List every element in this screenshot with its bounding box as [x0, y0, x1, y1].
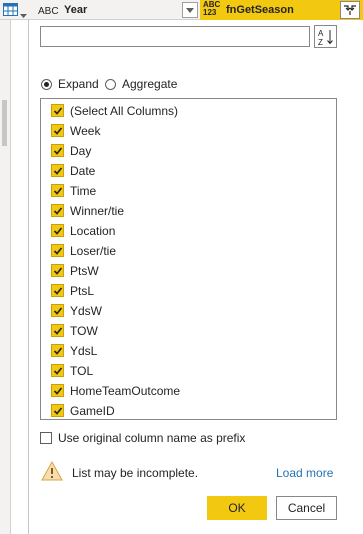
column-item-label: Time [70, 184, 97, 198]
fngetseason-column-header[interactable]: ABC 123 fnGetSeason [200, 0, 363, 20]
column-item[interactable]: TOL [41, 361, 336, 381]
column-item[interactable]: YdsL [41, 341, 336, 361]
column-item[interactable]: Time [41, 181, 336, 201]
column-item[interactable]: Location [41, 221, 336, 241]
grid-left-edge [0, 20, 11, 534]
table-menu-chevron-icon[interactable] [20, 8, 27, 18]
checkbox-checked[interactable] [51, 224, 64, 237]
column-item-label: Date [70, 164, 96, 178]
ok-button[interactable]: OK [207, 496, 267, 520]
column-item-label: Loser/tie [70, 244, 117, 258]
column-item[interactable]: Winner/tie [41, 201, 336, 221]
year-filter-dropdown-button[interactable] [182, 2, 198, 18]
column-item[interactable]: Loser/tie [41, 241, 336, 261]
checkbox-checked[interactable] [51, 284, 64, 297]
column-item-label: PtsL [70, 284, 95, 298]
checkbox-checked[interactable] [51, 204, 64, 217]
use-prefix-label: Use original column name as prefix [58, 431, 246, 445]
expand-radio-label: Expand [58, 77, 99, 91]
column-item[interactable]: TOW [41, 321, 336, 341]
load-more-link[interactable]: Load more [276, 466, 333, 480]
grid-scroll-thumb[interactable] [2, 100, 7, 146]
checkbox-checked[interactable] [51, 364, 64, 377]
checkbox-checked[interactable] [51, 264, 64, 277]
checkbox-checked[interactable] [51, 404, 64, 417]
checkbox-checked[interactable] [51, 184, 64, 197]
checkbox-checked[interactable] [51, 344, 64, 357]
column-item[interactable]: Week [41, 121, 336, 141]
year-column-header[interactable]: Year [64, 4, 87, 16]
use-prefix-checkbox[interactable] [40, 432, 52, 444]
column-header-strip: ABC Year ABC 123 fnGetSeason [0, 0, 363, 20]
column-item-label: Winner/tie [70, 204, 125, 218]
column-item-label: (Select All Columns) [70, 104, 179, 118]
column-item-label: TOL [70, 364, 94, 378]
column-item-label: Day [70, 144, 92, 158]
table-icon[interactable] [3, 3, 18, 16]
checkbox-checked[interactable] [51, 164, 64, 177]
checkbox-checked[interactable] [51, 324, 64, 337]
column-item-label: YdsL [70, 344, 98, 358]
warning-message: List may be incomplete. [72, 466, 199, 480]
column-item-label: HomeTeamOutcome [70, 384, 181, 398]
warning-icon [41, 460, 63, 481]
expand-columns-button[interactable] [340, 1, 360, 19]
expand-radio-option[interactable]: Expand [41, 77, 99, 91]
checkbox-checked[interactable] [51, 384, 64, 397]
column-item-label: GameID [70, 404, 115, 418]
abc-type-text: ABC [38, 6, 59, 17]
aggregate-radio-label: Aggregate [122, 77, 178, 91]
column-item[interactable]: Date [41, 161, 336, 181]
abc-type-icon[interactable]: ABC [38, 3, 60, 17]
column-item[interactable]: HomeTeamOutcome [41, 381, 336, 401]
column-item-label: Week [70, 124, 101, 138]
aggregate-radio[interactable] [105, 78, 116, 90]
aggregate-radio-option[interactable]: Aggregate [105, 77, 177, 91]
sort-az-button[interactable]: A Z [314, 25, 337, 48]
column-item-select-all[interactable]: (Select All Columns) [41, 101, 336, 121]
checkbox-checked[interactable] [51, 244, 64, 257]
use-prefix-option[interactable]: Use original column name as prefix [40, 431, 245, 445]
column-item[interactable]: PtsW [41, 261, 336, 281]
svg-text:Z: Z [318, 38, 323, 46]
column-item[interactable]: GameID [41, 401, 336, 419]
any-type-icon: ABC 123 [203, 1, 221, 17]
checkbox-checked[interactable] [51, 124, 64, 137]
columns-list[interactable]: (Select All Columns) Week Day Date Time … [40, 98, 337, 420]
cancel-button[interactable]: Cancel [276, 496, 337, 520]
column-item-label: PtsW [70, 264, 99, 278]
svg-text:A: A [318, 29, 324, 38]
active-column-title: fnGetSeason [226, 4, 294, 16]
column-search-input[interactable] [40, 26, 310, 47]
checkbox-checked[interactable] [51, 304, 64, 317]
column-item[interactable]: Day [41, 141, 336, 161]
column-item-label: YdsW [70, 304, 103, 318]
expand-radio[interactable] [41, 78, 52, 90]
column-item[interactable]: PtsL [41, 281, 336, 301]
column-item-label: TOW [70, 324, 98, 338]
column-item[interactable]: YdsW [41, 301, 336, 321]
checkbox-checked[interactable] [51, 104, 64, 117]
any-type-123: 123 [203, 8, 217, 17]
column-item-label: Location [70, 224, 116, 238]
checkbox-checked[interactable] [51, 144, 64, 157]
